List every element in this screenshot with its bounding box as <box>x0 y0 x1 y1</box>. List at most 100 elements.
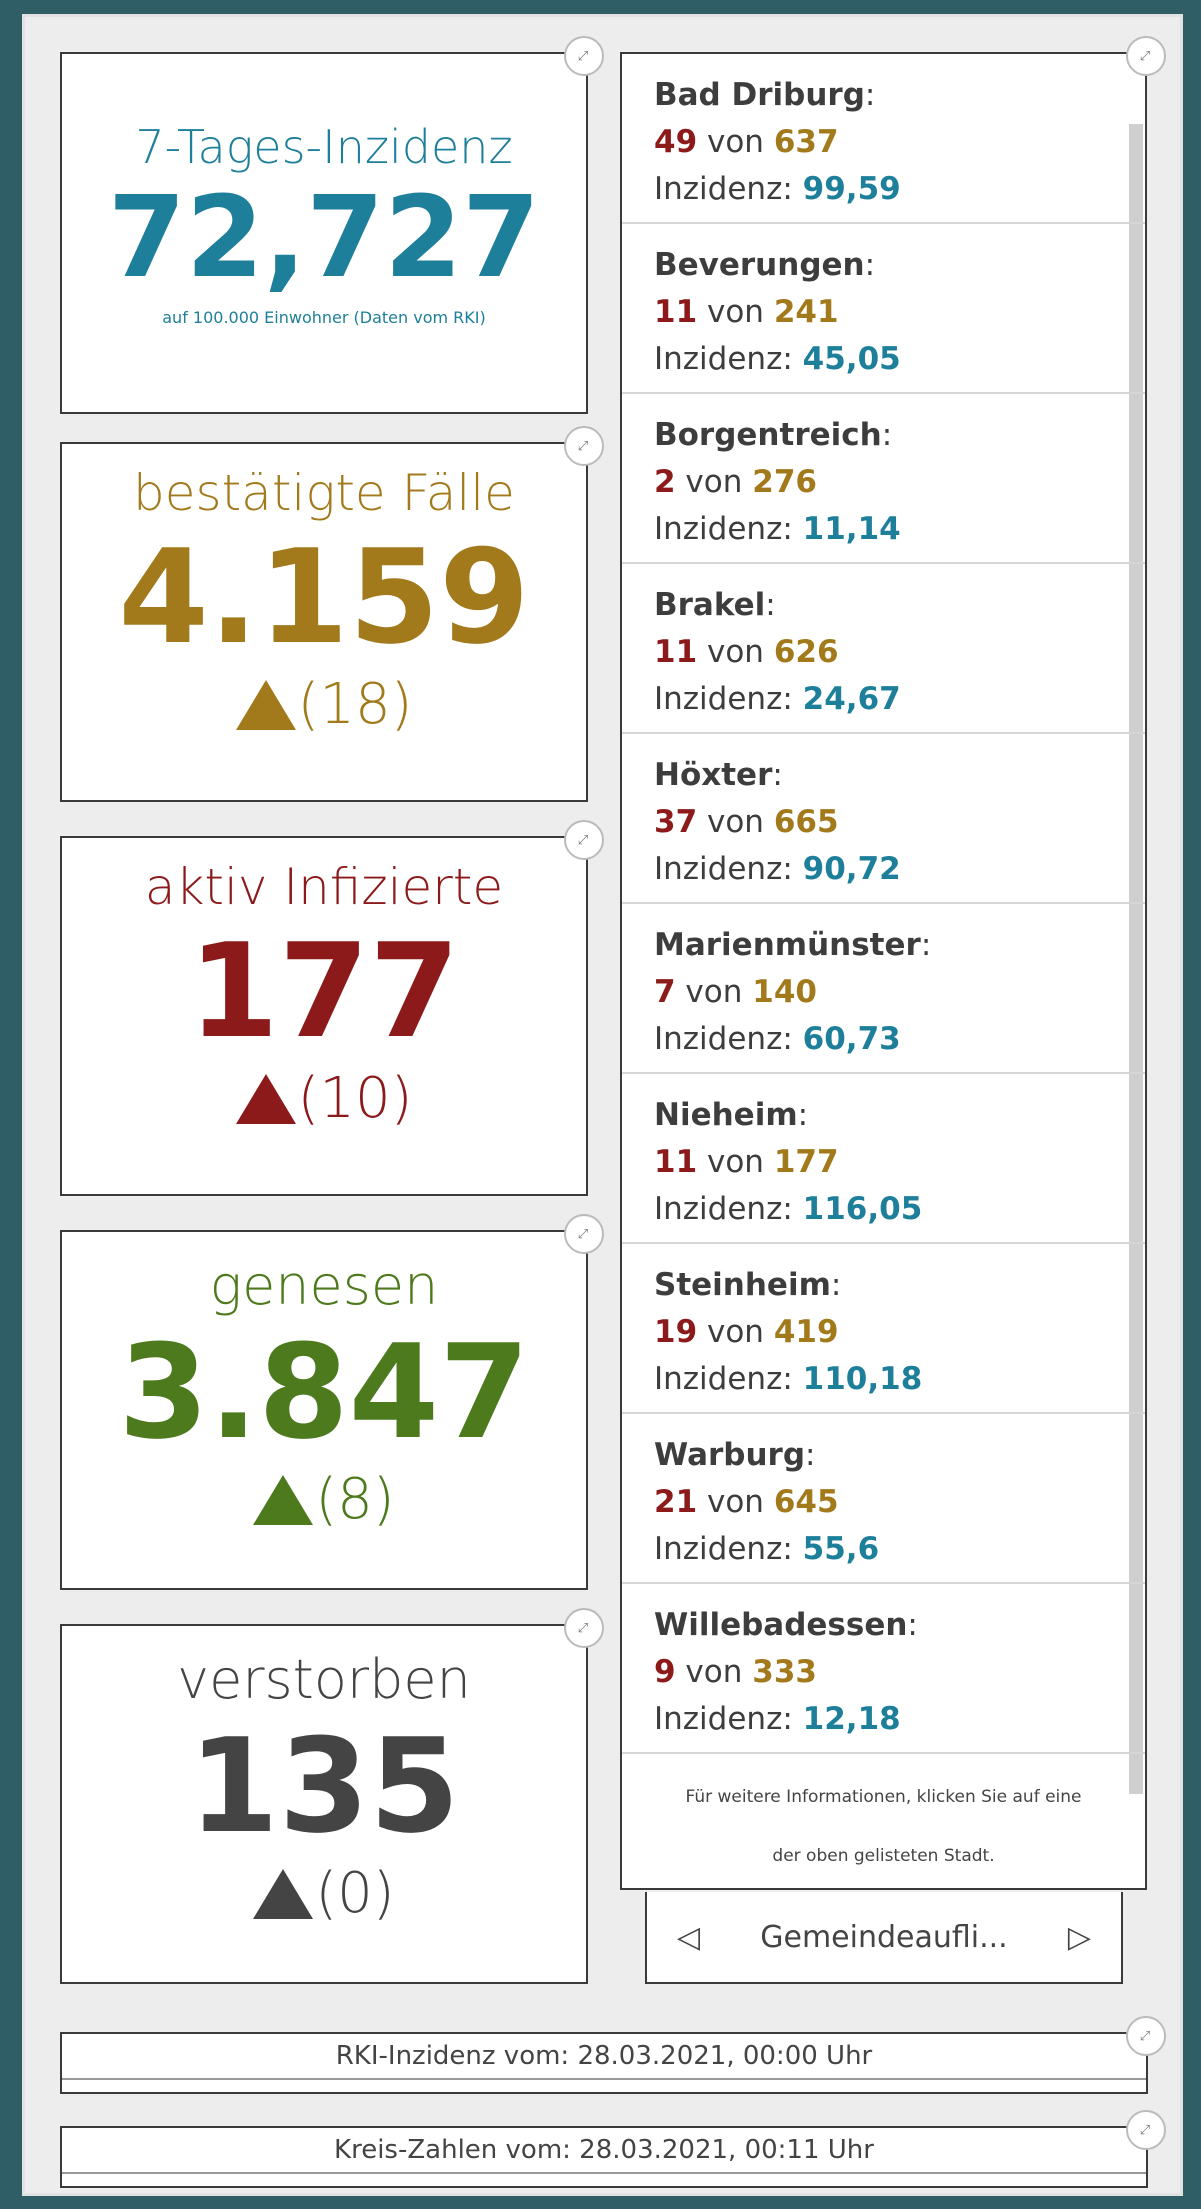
card-title: aktiv Infizierte <box>144 858 504 916</box>
city-active-count: 11 <box>654 294 698 330</box>
expand-icon[interactable]: ⤢ <box>1126 2016 1166 2056</box>
colon: : <box>765 587 776 623</box>
colon: : <box>830 1267 842 1303</box>
card-delta: (10) <box>62 1066 586 1131</box>
city-total-count: 241 <box>773 294 839 330</box>
prev-arrow-icon[interactable]: ◁ <box>677 1920 700 1955</box>
city-row[interactable]: Nieheim: 11 von 177 Inzidenz: 116,05 <box>622 1074 1145 1244</box>
card-title: genesen <box>209 1254 439 1317</box>
rki-inzidenz-bar: RKI-Inzidenz vom: 28.03.2021, 00:00 Uhr <box>60 2032 1148 2094</box>
von-label: von <box>675 974 753 1010</box>
colon: : <box>805 1437 816 1473</box>
von-label: von <box>697 804 774 840</box>
city-name: Marienmünster <box>654 927 921 963</box>
city-row[interactable]: Marienmünster: 7 von 140 Inzidenz: 60,73 <box>622 904 1145 1074</box>
city-active-count: 21 <box>654 1484 698 1520</box>
card-title: bestätigte Fälle <box>133 464 515 522</box>
next-arrow-icon[interactable]: ▷ <box>1068 1920 1091 1955</box>
card-value: 135 <box>188 1710 460 1862</box>
expand-icon[interactable]: ⤢ <box>1126 36 1166 76</box>
expand-icon[interactable]: ⤢ <box>1126 2110 1166 2150</box>
city-total-count: 419 <box>773 1314 839 1350</box>
inzidenz-label: Inzidenz: <box>654 1191 803 1227</box>
city-total-count: 637 <box>773 124 839 160</box>
card-title: 7-Tages-Inzidenz <box>135 120 513 174</box>
card-genesen[interactable]: genesen 3.847 (8) <box>60 1230 588 1590</box>
delta-value: (18) <box>297 672 413 737</box>
city-active-count: 19 <box>654 1314 698 1350</box>
kreis-zahlen-bar: Kreis-Zahlen vom: 28.03.2021, 00:11 Uhr <box>60 2126 1148 2188</box>
expand-icon[interactable]: ⤢ <box>564 426 604 466</box>
city-total-count: 177 <box>773 1144 839 1180</box>
up-triangle-icon <box>253 1474 314 1525</box>
city-active-count: 37 <box>654 804 698 840</box>
city-name: Warburg <box>654 1437 806 1473</box>
city-inzidenz: 11,14 <box>802 511 901 547</box>
city-active-count: 2 <box>654 464 676 500</box>
card-aktiv-infizierte[interactable]: aktiv Infizierte 177 (10) <box>60 836 588 1196</box>
up-triangle-icon <box>235 1073 296 1124</box>
city-active-count: 7 <box>654 974 676 1010</box>
city-name: Steinheim <box>654 1267 831 1303</box>
city-name: Bad Driburg <box>654 77 865 113</box>
city-row[interactable]: Bad Driburg: 49 von 637 Inzidenz: 99,59 <box>622 54 1145 224</box>
city-active-count: 49 <box>654 124 698 160</box>
card-delta: (18) <box>62 672 586 737</box>
expand-icon[interactable]: ⤢ <box>564 1214 604 1254</box>
pager-label: Gemeindeaufli... <box>760 1919 1008 1955</box>
city-active-count: 11 <box>654 634 698 670</box>
city-row[interactable]: Steinheim: 19 von 419 Inzidenz: 110,18 <box>622 1244 1145 1414</box>
city-row[interactable]: Willebadessen: 9 von 333 Inzidenz: 12,18 <box>622 1584 1145 1754</box>
city-inzidenz: 110,18 <box>802 1361 923 1397</box>
city-name: Höxter <box>654 757 773 793</box>
card-value: 177 <box>188 915 460 1067</box>
colon: : <box>797 1097 809 1133</box>
colon: : <box>772 757 783 793</box>
list-pager: ◁ Gemeindeaufli... ▷ <box>645 1892 1123 1984</box>
card-value: 3.847 <box>118 1316 530 1468</box>
city-row[interactable]: Brakel: 11 von 626 Inzidenz: 24,67 <box>622 564 1145 734</box>
info-line-2: der oben gelisteten Stadt. <box>772 1846 995 1866</box>
von-label: von <box>697 1144 774 1180</box>
inzidenz-label: Inzidenz: <box>654 681 803 717</box>
card-bestaetigte-faelle[interactable]: bestätigte Fälle 4.159 (18) <box>60 442 588 802</box>
city-total-count: 276 <box>752 464 817 500</box>
city-total-count: 645 <box>773 1484 839 1520</box>
city-row[interactable]: Warburg: 21 von 645 Inzidenz: 55,6 <box>622 1414 1145 1584</box>
expand-icon[interactable]: ⤢ <box>564 1608 604 1648</box>
inzidenz-label: Inzidenz: <box>654 1531 803 1567</box>
city-list-panel[interactable]: Bad Driburg: 49 von 637 Inzidenz: 99,59 Bev… <box>620 52 1147 1890</box>
city-row[interactable]: Höxter: 37 von 665 Inzidenz: 90,72 <box>622 734 1145 904</box>
von-label: von <box>697 634 774 670</box>
inzidenz-label: Inzidenz: <box>654 171 803 207</box>
inzidenz-label: Inzidenz: <box>654 511 803 547</box>
card-subtitle: auf 100.000 Einwohner (Daten vom RKI) <box>162 308 486 327</box>
city-inzidenz: 99,59 <box>802 171 901 207</box>
city-inzidenz: 12,18 <box>802 1701 901 1737</box>
city-inzidenz: 90,72 <box>802 851 901 887</box>
city-total-count: 626 <box>773 634 839 670</box>
von-label: von <box>697 1314 774 1350</box>
up-triangle-icon <box>235 679 296 730</box>
city-inzidenz: 60,73 <box>802 1021 901 1057</box>
expand-icon[interactable]: ⤢ <box>564 820 604 860</box>
city-total-count: 333 <box>752 1654 817 1690</box>
colon: : <box>907 1607 918 1643</box>
rki-inzidenz-label: RKI-Inzidenz vom: 28.03.2021, 00:00 Uhr <box>62 2034 1146 2080</box>
card-inzidenz[interactable]: 7-Tages-Inzidenz 72,727 auf 100.000 Einw… <box>60 52 588 414</box>
city-row[interactable]: Borgentreich: 2 von 276 Inzidenz: 11,14 <box>622 394 1145 564</box>
city-name: Willebadessen <box>654 1607 908 1643</box>
card-title: verstorben <box>177 1648 471 1711</box>
city-name: Borgentreich <box>654 417 882 453</box>
city-inzidenz: 24,67 <box>802 681 901 717</box>
city-active-count: 11 <box>654 1144 698 1180</box>
city-name: Brakel <box>654 587 766 623</box>
colon: : <box>881 417 893 453</box>
card-delta: (8) <box>62 1467 586 1532</box>
card-verstorben[interactable]: verstorben 135 (0) <box>60 1624 588 1984</box>
city-row[interactable]: Beverungen: 11 von 241 Inzidenz: 45,05 <box>622 224 1145 394</box>
expand-icon[interactable]: ⤢ <box>564 36 604 76</box>
city-inzidenz: 55,6 <box>802 1531 880 1567</box>
inzidenz-label: Inzidenz: <box>654 1701 803 1737</box>
city-active-count: 9 <box>654 1654 676 1690</box>
